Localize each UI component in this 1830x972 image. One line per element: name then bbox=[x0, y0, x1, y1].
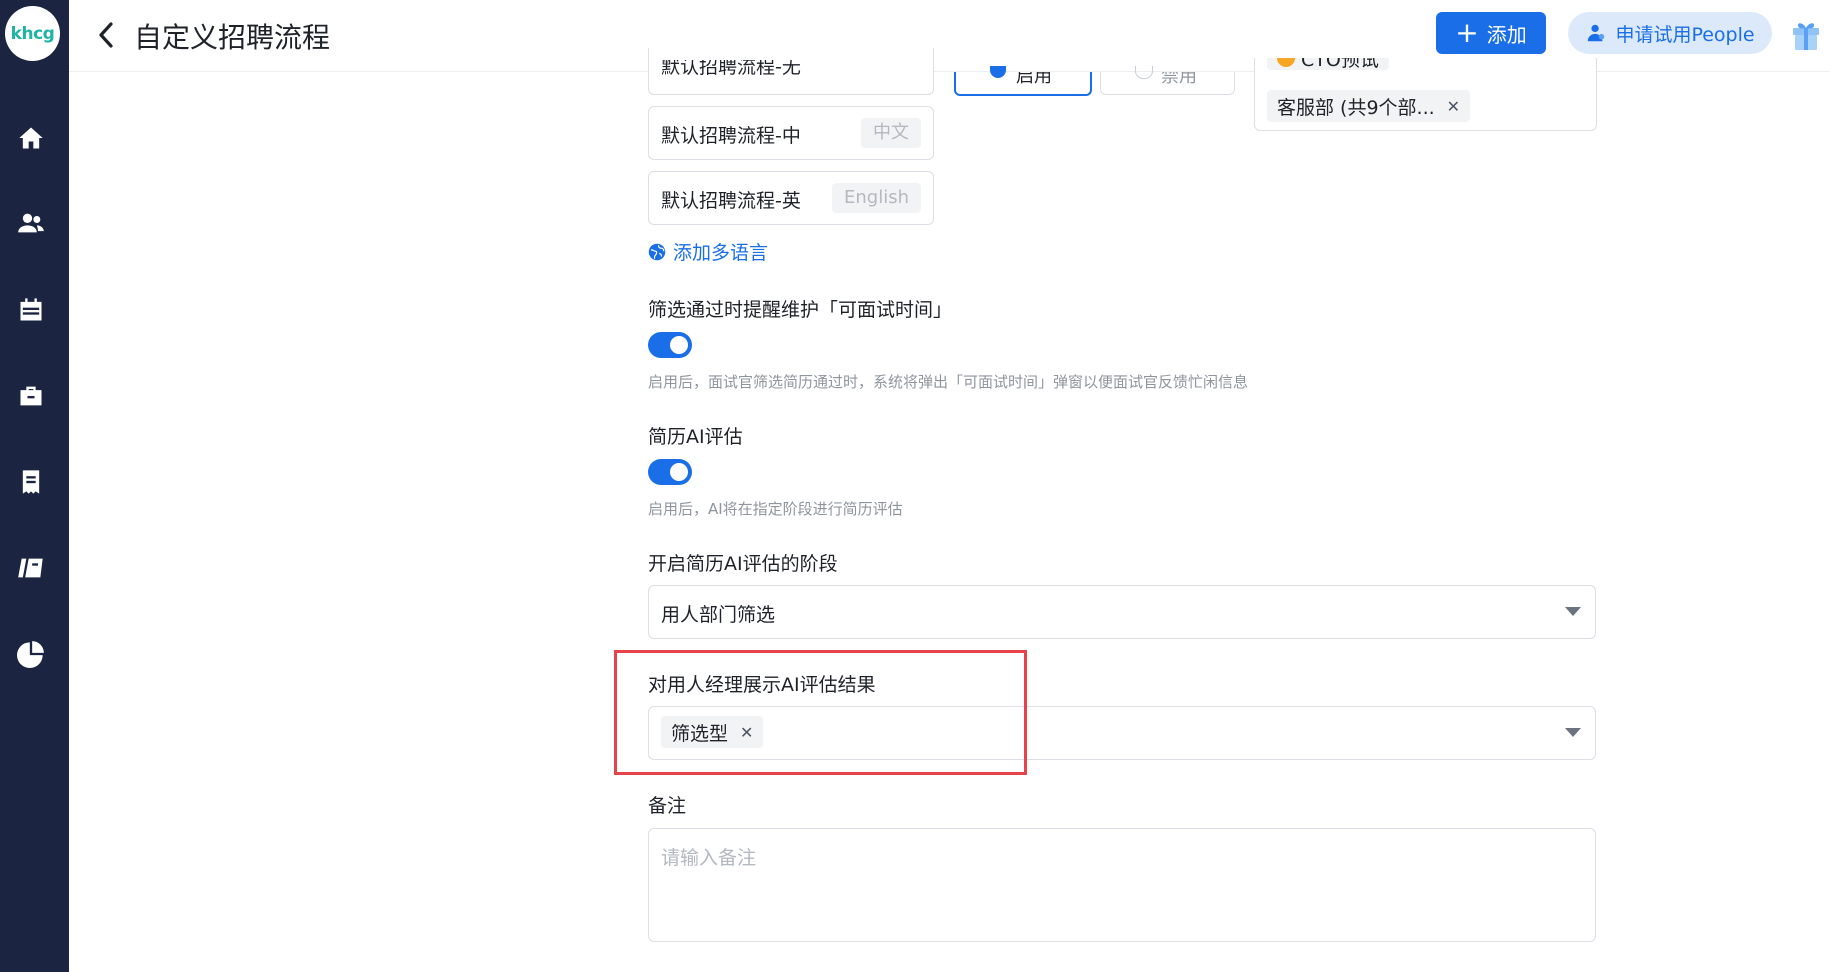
language-row-zh-name: 默认招聘流程-中 bbox=[661, 125, 801, 147]
globe-icon bbox=[648, 243, 666, 260]
radio-enabled-dot-icon bbox=[990, 66, 1006, 78]
apply-trial-button[interactable]: 申请试用People bbox=[1568, 12, 1772, 54]
ai-stage-label: 开启简历AI评估的阶段 bbox=[648, 553, 838, 575]
department-select[interactable]: CTO预试 客服部 (共9个部... ✕ bbox=[1254, 58, 1597, 131]
plus-icon: + bbox=[1455, 16, 1479, 49]
department-chip: 客服部 (共9个部... ✕ bbox=[1267, 90, 1471, 122]
chevron-down-icon bbox=[1565, 607, 1581, 616]
pie-chart-icon[interactable] bbox=[16, 639, 46, 669]
department-chip-label: 客服部 (共9个部... bbox=[1277, 96, 1435, 119]
remind-label: 筛选通过时提醒维护「可面试时间」 bbox=[648, 299, 953, 321]
ai-stage-value: 用人部门筛选 bbox=[661, 604, 776, 626]
language-tag-en: English bbox=[832, 183, 921, 213]
resume-ai-hint: 启用后，AI将在指定阶段进行简历评估 bbox=[648, 500, 903, 518]
resume-ai-toggle[interactable] bbox=[648, 459, 692, 485]
apply-trial-label: 申请试用People bbox=[1615, 23, 1755, 46]
radio-enabled[interactable]: 启用 bbox=[954, 66, 1092, 96]
language-row-default-name: 默认招聘流程-无 bbox=[661, 56, 801, 78]
highlight-box bbox=[614, 650, 1027, 775]
logo[interactable]: khcg bbox=[5, 6, 60, 61]
add-button-label: 添加 bbox=[1486, 22, 1527, 47]
close-icon[interactable]: ✕ bbox=[1447, 97, 1460, 116]
chevron-down-icon bbox=[1565, 728, 1581, 737]
gift-icon[interactable] bbox=[1790, 16, 1822, 52]
remark-textarea[interactable]: 请输入备注 bbox=[648, 828, 1596, 942]
remark-label: 备注 bbox=[648, 795, 687, 817]
document-icon[interactable] bbox=[16, 467, 46, 497]
user-icon bbox=[1588, 24, 1605, 42]
back-icon[interactable] bbox=[95, 20, 119, 50]
add-language-label: 添加多语言 bbox=[673, 242, 769, 264]
briefcase-icon[interactable] bbox=[16, 381, 46, 411]
ai-stage-select[interactable]: 用人部门筛选 bbox=[648, 585, 1596, 639]
library-icon[interactable] bbox=[16, 553, 46, 583]
language-row-en[interactable]: 默认招聘流程-英 English bbox=[648, 171, 934, 225]
logo-text: khcg bbox=[10, 23, 55, 44]
language-row-zh[interactable]: 默认招聘流程-中 中文 bbox=[648, 106, 934, 160]
radio-disabled[interactable]: 禁用 bbox=[1100, 66, 1235, 95]
sidebar: khcg bbox=[0, 0, 69, 972]
resume-ai-label: 简历AI评估 bbox=[648, 426, 743, 448]
add-button[interactable]: + 添加 bbox=[1436, 12, 1546, 54]
people-icon[interactable] bbox=[16, 208, 46, 238]
add-language-link[interactable]: 添加多语言 bbox=[648, 238, 768, 265]
remark-placeholder: 请输入备注 bbox=[661, 847, 757, 869]
language-tag-zh: 中文 bbox=[861, 118, 921, 148]
radio-disabled-circle-icon bbox=[1135, 66, 1153, 79]
language-row-en-name: 默认招聘流程-英 bbox=[661, 190, 801, 212]
home-icon[interactable] bbox=[16, 123, 46, 153]
language-row-default[interactable]: 默认招聘流程-无 bbox=[648, 48, 934, 95]
remind-toggle[interactable] bbox=[648, 332, 692, 358]
page-title: 自定义招聘流程 bbox=[134, 21, 331, 54]
calendar-icon[interactable] bbox=[16, 295, 46, 325]
remind-hint: 启用后，面试官筛选简历通过时，系统将弹出「可面试时间」弹窗以便面试官反馈忙闲信息 bbox=[648, 373, 1249, 391]
